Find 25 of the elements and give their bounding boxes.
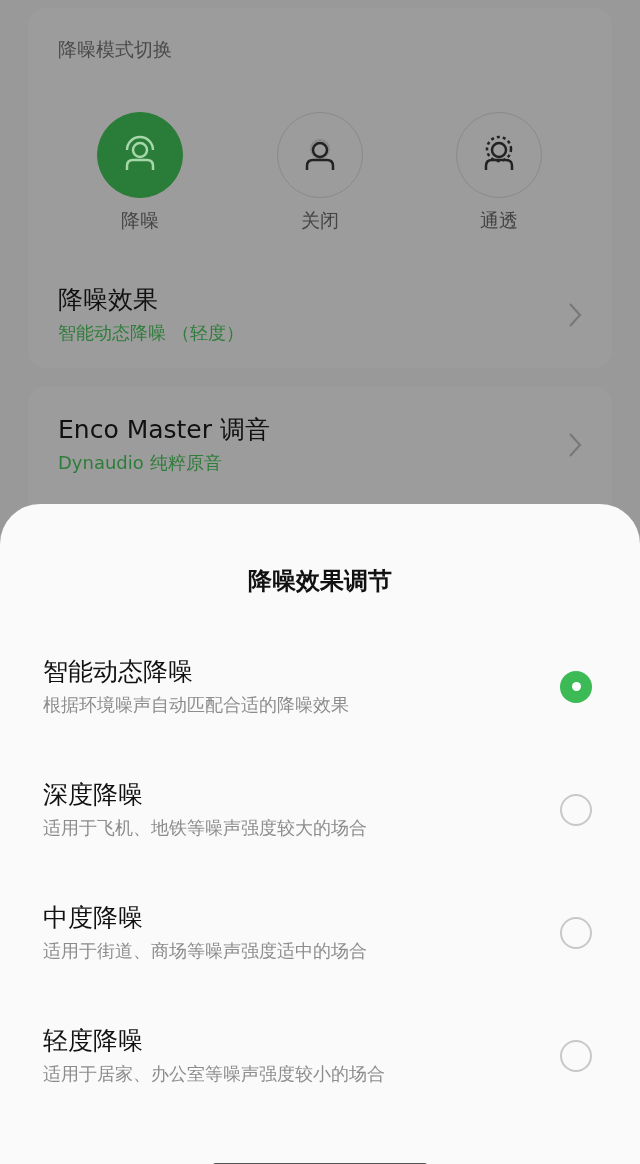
option-description: 适用于居家、办公室等噪声强度较小的场合 <box>43 1061 385 1086</box>
option-title: 轻度降噪 <box>43 1024 144 1057</box>
effect-row[interactable]: 降噪效果 智能动态降噪 （轻度） <box>58 282 582 348</box>
section-title: 降噪模式切换 <box>58 37 173 62</box>
radio-button[interactable] <box>560 670 592 703</box>
row-title: Enco Master 调音 <box>58 414 270 446</box>
option-title: 智能动态降噪 <box>43 655 194 688</box>
sheet-title: 降噪效果调节 <box>247 566 393 597</box>
chevron-right-icon <box>568 302 582 328</box>
row-value: Dynaudio 纯粹原音 <box>58 451 223 475</box>
mode-label: 降噪 <box>121 208 159 233</box>
radio-button[interactable] <box>560 793 592 826</box>
option-description: 根据环境噪声自动匹配合适的降噪效果 <box>43 692 349 717</box>
radio-button[interactable] <box>560 1039 592 1072</box>
mode-label: 通透 <box>480 208 518 233</box>
chevron-right-icon <box>568 432 582 458</box>
option-title: 深度降噪 <box>43 778 144 811</box>
option-title: 中度降噪 <box>43 901 144 934</box>
row-value: 智能动态降噪 （轻度） <box>58 321 244 345</box>
mode-label: 关闭 <box>300 208 339 233</box>
radio-button[interactable] <box>560 916 592 949</box>
option-description: 适用于飞机、地铁等噪声强度较大的场合 <box>43 815 367 840</box>
row-title: 降噪效果 <box>58 284 159 316</box>
option-description: 适用于街道、商场等噪声强度适中的场合 <box>43 938 367 963</box>
tuning-row[interactable]: Enco Master 调音 Dynaudio 纯粹原音 <box>58 412 582 478</box>
